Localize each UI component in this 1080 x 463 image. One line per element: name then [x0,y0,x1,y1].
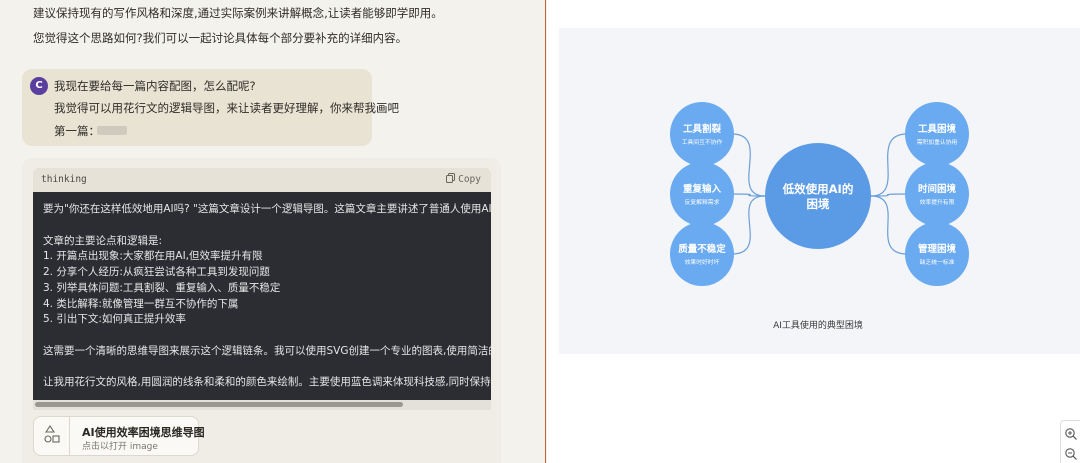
code-block-header: thinking Copy [33,168,491,192]
code-line: 5. 引出下文:如何真正提升效率 [43,313,186,325]
assistant-paragraph: 建议保持现有的写作风格和深度,通过实际案例来讲解概念,让读者能够即学即用。 [33,6,443,20]
user-message: C 我现在要给每一篇内容配图，怎么配呢? 我觉得可以用花行文的逻辑导图，来让读者… [22,69,399,146]
user-message-line: 我现在要给每一篇内容配图，怎么配呢? [54,79,256,93]
user-message-line: 第一篇： [54,124,100,138]
node-title: 工具割裂 [683,123,722,135]
edge [870,195,908,255]
node-subtitle: 反复解释需求 [685,198,720,206]
center-node [765,143,871,249]
chat-panel: 建议保持现有的写作风格和深度,通过实际案例来讲解概念,让读者能够即学即用。 您觉… [0,0,546,463]
code-line: 要为"你还在这样低效地用AI吗? "这篇文章设计一个逻辑导图。这篇文章主要讲述了… [43,203,491,215]
code-line: 1. 开篇点出现象:大家都在用AI,但效率提升有限 [43,250,263,262]
user-message-line: 我觉得可以用花行文的逻辑导图，来让读者更好理解，你来帮我画吧 [54,101,399,115]
avatar: C [30,77,48,95]
code-line: 文章的主要论点和逻辑是: [43,235,163,247]
artifact-icon-box [34,417,70,455]
center-label: 低效使用AI的 [782,182,854,196]
edge [731,195,766,255]
node-title: 质量不稳定 [678,243,726,255]
assistant-paragraph: 您觉得这个思路如何?我们可以一起讨论具体每个部分要补充的详细内容。 [33,31,408,45]
center-label: 困境 [807,197,830,211]
copy-icon [446,173,456,183]
artifact-preview-panel: 低效使用AI的 困境 工具割裂工具间互不协作重复输入反复解释需求质量不稳定效果时好时… [547,0,1080,463]
copy-label: Copy [458,174,481,185]
artifact-card[interactable]: AI使用效率困境思维导图 点击以打开 image [33,416,205,456]
artifact-subtitle: 点击以打开 image [82,442,158,452]
zoom-in-icon[interactable] [1064,427,1078,441]
node-title: 重复输入 [683,183,722,195]
zoom-controls [1060,420,1080,463]
zoom-out-icon[interactable] [1064,447,1078,461]
node-subtitle: 工具间互不协作 [682,138,723,146]
diagram-canvas: 低效使用AI的 困境 工具割裂工具间互不协作重复输入反复解释需求质量不稳定效果时好时… [559,28,1080,354]
shapes-icon [44,425,60,443]
code-line: 3. 列举具体问题:工具割裂、重复输入、质量不稳定 [43,282,281,294]
code-language-label: thinking [41,174,87,185]
edge [731,133,766,197]
node-title: 管理困境 [918,243,957,255]
horizontal-scrollbar[interactable] [33,400,491,410]
node-subtitle: 效率提升有限 [920,198,955,206]
code-line: 2. 分享个人经历:从疯狂尝试各种工具到发现问题 [43,266,270,278]
copy-button[interactable]: Copy [446,173,481,185]
edge [870,133,908,197]
redacted-text [97,126,127,135]
node-subtitle: 需积加重认协用 [917,138,958,146]
code-line: 让我用花行文的风格,用圆润的线条和柔和的颜色来绘制。主要使用蓝色调来体现科技感,… [43,376,491,388]
code-block-content: 要为"你还在这样低效地用AI吗? "这篇文章设计一个逻辑导图。这篇文章主要讲述了… [33,192,491,402]
node-subtitle: 效果时好时坏 [685,258,720,266]
mind-map: 低效使用AI的困境 工具割裂工具间互不协作重复输入反复解释需求质量不稳定效果时好时… [670,102,969,331]
diagram-caption: AI工具使用的典型困境 [773,319,863,331]
code-line: 4. 类比解释:就像管理一群互不协作的下属 [43,298,239,310]
scrollbar-thumb[interactable] [35,402,403,407]
artifact-title: AI使用效率困境思维导图 [82,426,205,439]
node-subtitle: 缺乏统一标准 [920,258,955,266]
node-title: 时间困境 [918,183,957,195]
code-line: 这需要一个清晰的思维导图来展示这个逻辑链条。我可以使用SVG创建一个专业的图表,… [43,345,491,357]
node-title: 工具困境 [918,123,957,135]
